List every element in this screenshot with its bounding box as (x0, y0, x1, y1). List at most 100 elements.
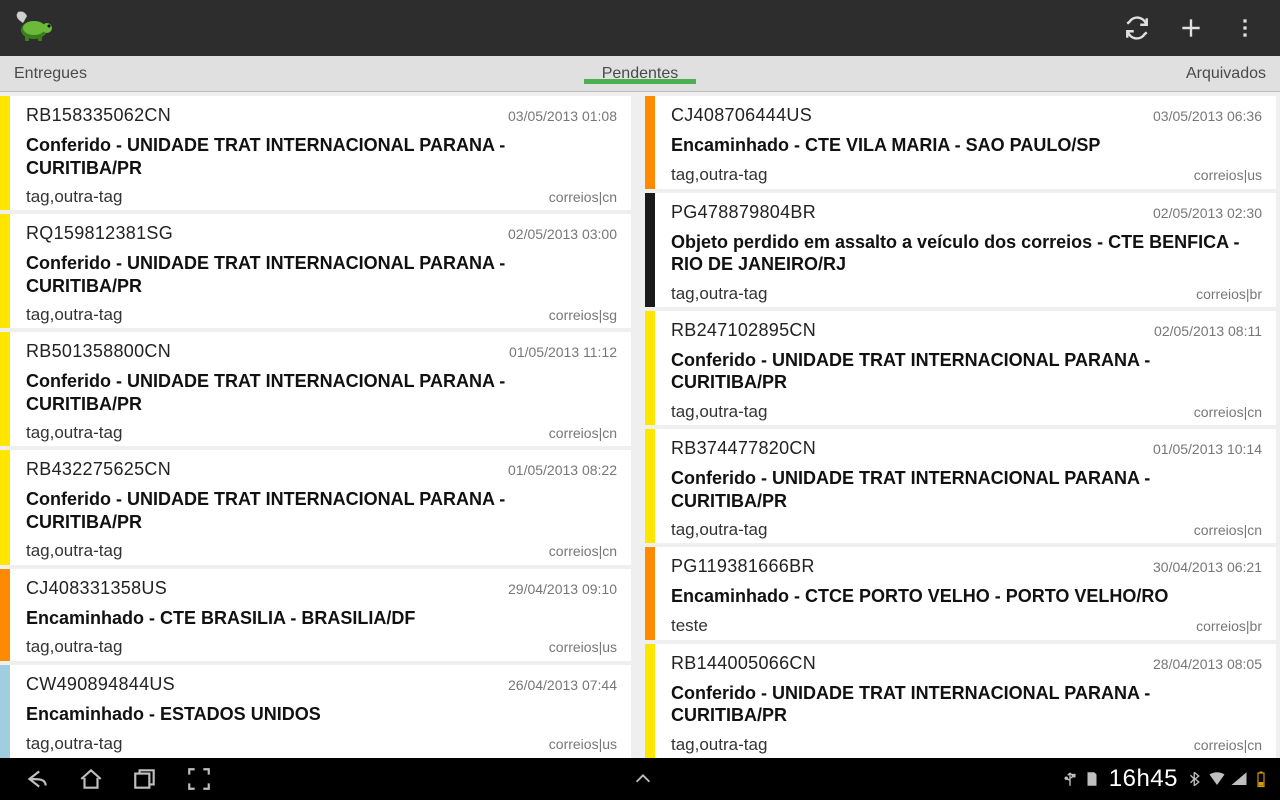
carrier-label: correios|cn (1194, 404, 1262, 420)
event-date: 02/05/2013 08:11 (1154, 323, 1262, 339)
app-icon[interactable] (8, 4, 56, 52)
carrier-label: correios|sg (549, 307, 617, 323)
carrier-label: correios|us (1194, 167, 1262, 183)
event-date: 01/05/2013 08:22 (508, 462, 617, 478)
status-text: Encaminhado - CTCE PORTO VELHO - PORTO V… (671, 585, 1262, 608)
column-left: RB158335062CN03/05/2013 01:08Conferido -… (0, 96, 631, 758)
carrier-label: correios|br (1196, 618, 1262, 634)
carrier-label: correios|us (549, 736, 617, 752)
expand-icon[interactable] (632, 768, 654, 790)
recents-icon (132, 766, 158, 792)
tags: tag,outra-tag (671, 284, 767, 304)
card-body: RB158335062CN03/05/2013 01:08Conferido -… (10, 96, 631, 210)
tab-entregues[interactable]: Entregues (14, 65, 87, 82)
tab-arquivados[interactable]: Arquivados (1186, 65, 1266, 82)
tab-bar: Entregues Pendentes Arquivados (0, 56, 1280, 92)
status-stripe (0, 214, 10, 328)
card-body: RB374477820CN01/05/2013 10:14Conferido -… (655, 429, 1276, 543)
tags: tag,outra-tag (671, 735, 767, 755)
tags: teste (671, 616, 708, 636)
tags: tag,outra-tag (671, 165, 767, 185)
package-card[interactable]: RB501358800CN 01/05/2013 11:12 Conferido -… (0, 332, 631, 446)
clock: 16h45 (1109, 765, 1178, 793)
system-nav-bar: 16h45 (0, 758, 1280, 800)
tracking-code: RB158335062CN (26, 105, 171, 126)
tags: tag,outra-tag (671, 520, 767, 540)
card-body: CJ408706444US03/05/2013 06:36Encaminhado… (655, 96, 1276, 189)
plus-icon (1178, 15, 1204, 41)
package-card[interactable]: PG119381666BR30/04/2013 06:21Encaminhado… (645, 547, 1276, 640)
battery-icon (1252, 770, 1270, 788)
card-body: RQ159812381SG02/05/2013 03:00Conferido -… (10, 214, 631, 328)
status-text: Objeto perdido em assalto a veículo dos … (671, 231, 1262, 276)
event-date: 28/04/2013 08:05 (1153, 656, 1262, 672)
screenshot-icon (186, 766, 212, 792)
card-body: RB501358800CN 01/05/2013 11:12 Conferido -… (10, 332, 631, 446)
turtle-icon (12, 8, 52, 48)
back-icon (24, 766, 50, 792)
home-button[interactable] (64, 758, 118, 800)
status-stripe (645, 311, 655, 425)
package-card[interactable]: RB158335062CN03/05/2013 01:08Conferido -… (0, 96, 631, 210)
status-stripe (645, 193, 655, 307)
package-card[interactable]: CJ408706444US03/05/2013 06:36Encaminhado… (645, 96, 1276, 189)
package-card[interactable]: PG478879804BR 02/05/2013 02:30 Objeto perd… (645, 193, 1276, 307)
refresh-button[interactable] (1110, 1, 1164, 55)
carrier-label: correios|us (549, 639, 617, 655)
recents-button[interactable] (118, 758, 172, 800)
refresh-icon (1124, 15, 1150, 41)
home-icon (78, 766, 104, 792)
status-stripe (0, 450, 10, 564)
tracking-code: CJ408331358US (26, 578, 167, 599)
package-card[interactable]: RB374477820CN01/05/2013 10:14Conferido -… (645, 429, 1276, 543)
usb-icon (1061, 770, 1079, 788)
status-stripe (645, 644, 655, 758)
carrier-label: correios|cn (1194, 522, 1262, 538)
status-text: Conferido - UNIDADE TRAT INTERNACIONAL P… (26, 488, 617, 533)
event-date: 02/05/2013 03:00 (508, 226, 617, 242)
package-card[interactable]: CJ408331358US29/04/2013 09:10Encaminhado… (0, 569, 631, 662)
event-date: 26/04/2013 07:44 (508, 677, 617, 693)
tracking-code: CW490894844US (26, 674, 175, 695)
tracking-code: RB144005066CN (671, 653, 816, 674)
add-button[interactable] (1164, 1, 1218, 55)
tags: tag,outra-tag (26, 541, 122, 561)
status-stripe (0, 569, 10, 662)
status-tray[interactable]: 16h45 (1061, 765, 1270, 793)
signal-icon (1230, 770, 1248, 788)
tags: tag,outra-tag (26, 637, 122, 657)
package-card[interactable]: RB432275625CN 01/05/2013 08:22 Conferido -… (0, 450, 631, 564)
screenshot-button[interactable] (172, 758, 226, 800)
status-stripe (0, 665, 10, 758)
tags: tag,outra-tag (26, 187, 122, 207)
event-date: 29/04/2013 09:10 (508, 581, 617, 597)
tags: tag,outra-tag (26, 423, 122, 443)
status-text: Conferido - UNIDADE TRAT INTERNACIONAL P… (26, 370, 617, 415)
package-card[interactable]: RB247102895CN02/05/2013 08:11Conferido -… (645, 311, 1276, 425)
tracking-code: RB501358800CN (26, 341, 171, 362)
status-text: Conferido - UNIDADE TRAT INTERNACIONAL P… (671, 467, 1262, 512)
card-body: PG478879804BR 02/05/2013 02:30 Objeto perd… (655, 193, 1276, 307)
package-card[interactable]: CW490894844US 26/04/2013 07:44 Encaminhado… (0, 665, 631, 758)
back-button[interactable] (10, 758, 64, 800)
tracking-code: RB374477820CN (671, 438, 816, 459)
card-body: RB247102895CN02/05/2013 08:11Conferido -… (655, 311, 1276, 425)
status-stripe (645, 429, 655, 543)
event-date: 02/05/2013 02:30 (1153, 205, 1262, 221)
carrier-label: correios|cn (1194, 737, 1262, 753)
tracking-code: RB432275625CN (26, 459, 171, 480)
package-card[interactable]: RQ159812381SG02/05/2013 03:00Conferido -… (0, 214, 631, 328)
tab-indicator (584, 79, 696, 84)
card-body: PG119381666BR30/04/2013 06:21Encaminhado… (655, 547, 1276, 640)
status-text: Encaminhado - ESTADOS UNIDOS (26, 703, 617, 726)
status-text: Conferido - UNIDADE TRAT INTERNACIONAL P… (671, 682, 1262, 727)
tracking-code: PG478879804BR (671, 202, 816, 223)
wifi-icon (1208, 770, 1226, 788)
event-date: 01/05/2013 11:12 (509, 344, 617, 360)
status-stripe (645, 96, 655, 189)
card-body: RB144005066CN 28/04/2013 08:05 Conferido -… (655, 644, 1276, 758)
overflow-menu-button[interactable] (1218, 1, 1272, 55)
bluetooth-icon (1186, 770, 1204, 788)
package-card[interactable]: RB144005066CN 28/04/2013 08:05 Conferido -… (645, 644, 1276, 758)
event-date: 03/05/2013 06:36 (1153, 108, 1262, 124)
